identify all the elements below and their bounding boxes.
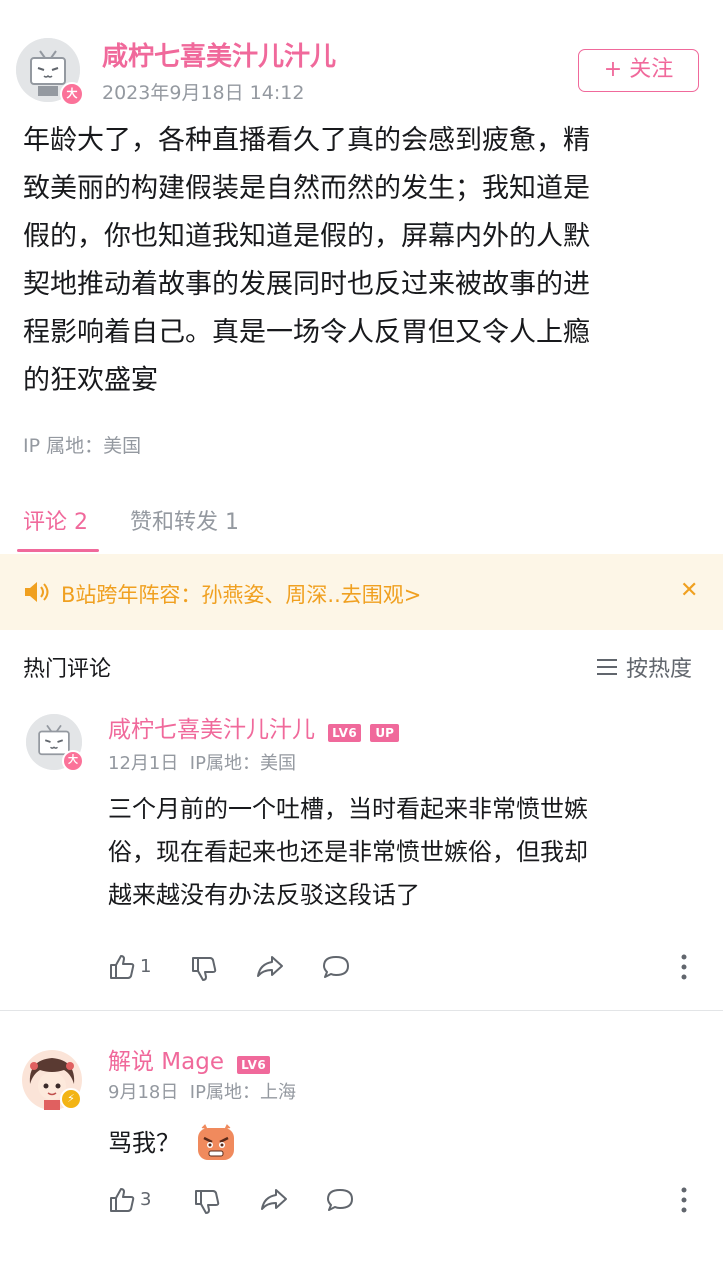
angry-face-emoji-icon [198, 1124, 234, 1160]
comment-header: 咸柠七喜美汁儿汁儿 LV6 UP [108, 710, 399, 744]
more-icon[interactable] [680, 954, 688, 980]
dislike-icon[interactable] [193, 1188, 221, 1216]
comment-text: 骂我？ [108, 1122, 180, 1165]
tab-likes-reposts[interactable]: 赞和转发 1 [130, 504, 239, 536]
post-line: 程影响着自己。真是一场令人反胃但又令人上瘾 [23, 317, 590, 348]
comment-line: 越来越没有办法反驳这段话了 [108, 881, 420, 909]
sort-by-heat-button[interactable]: 按热度 [626, 651, 692, 683]
share-icon[interactable] [255, 953, 285, 981]
post-ip-location: IP 属地：美国 [23, 435, 142, 457]
post-line: 致美丽的构建假装是自然而然的发生；我知道是 [23, 173, 590, 204]
comment-header: 解说 Mage LV6 [108, 1042, 271, 1076]
tab-comments[interactable]: 评论 2 [23, 504, 88, 536]
share-icon[interactable] [259, 1186, 289, 1214]
like-count: 1 [140, 956, 152, 977]
sort-menu-icon[interactable] [596, 658, 618, 676]
dislike-icon[interactable] [190, 955, 218, 983]
follow-button[interactable]: + 关注 [578, 49, 699, 92]
post-author-name[interactable]: 咸柠七喜美汁儿汁儿 [102, 36, 336, 73]
comment-avatar[interactable]: 大 [26, 714, 84, 772]
post-line: 年龄大了，各种直播看久了真的会感到疲惫，精 [23, 125, 590, 156]
up-badge: UP [370, 723, 399, 742]
notice-close-icon[interactable]: ✕ [680, 578, 698, 603]
more-icon[interactable] [680, 1187, 688, 1213]
comment-line: 骂我？ [108, 1129, 180, 1157]
big-member-badge: 大 [60, 82, 84, 106]
speaker-icon [25, 582, 49, 602]
post-content: 年龄大了，各种直播看久了真的会感到疲惫，精 致美丽的构建假装是自然而然的发生；我… [23, 117, 703, 405]
comment-line: 俗，现在看起来也还是非常愤世嫉俗，但我却 [108, 838, 588, 866]
like-count: 3 [140, 1189, 152, 1210]
comment-text: 三个月前的一个吐槽，当时看起来非常愤世嫉 俗，现在看起来也还是非常愤世嫉俗，但我… [108, 788, 708, 917]
comment-avatar[interactable]: ⚡ [22, 1050, 82, 1110]
reply-icon[interactable] [321, 953, 351, 981]
notice-text[interactable]: B站跨年阵容：孙燕姿、周深..去围观> [61, 579, 421, 609]
post-time: 2023年9月18日 14:12 [102, 82, 305, 104]
level-badge: LV6 [237, 1055, 271, 1074]
like-icon[interactable] [108, 953, 136, 981]
post-line: 契地推动着故事的发展同时也反过来被故事的进 [23, 269, 590, 300]
lightning-badge-icon: ⚡ [60, 1088, 82, 1110]
comment-divider [0, 1010, 723, 1011]
comment-author-name[interactable]: 咸柠七喜美汁儿汁儿 [108, 717, 315, 743]
like-icon[interactable] [108, 1186, 136, 1214]
post-line: 假的，你也知道我知道是假的，屏幕内外的人默 [23, 221, 590, 252]
comment-meta: 12月1日 IP属地：美国 [108, 753, 296, 774]
tab-active-indicator [17, 549, 99, 552]
comment-line: 三个月前的一个吐槽，当时看起来非常愤世嫉 [108, 795, 588, 823]
reply-icon[interactable] [325, 1186, 355, 1214]
level-badge: LV6 [328, 723, 362, 742]
post-line: 的狂欢盛宴 [23, 365, 158, 396]
big-member-badge: 大 [62, 750, 84, 772]
comment-author-name[interactable]: 解说 Mage [108, 1049, 224, 1075]
author-avatar[interactable]: 大 [16, 38, 84, 106]
comment-meta: 9月18日 IP属地：上海 [108, 1082, 296, 1103]
hot-comments-title: 热门评论 [23, 657, 112, 682]
